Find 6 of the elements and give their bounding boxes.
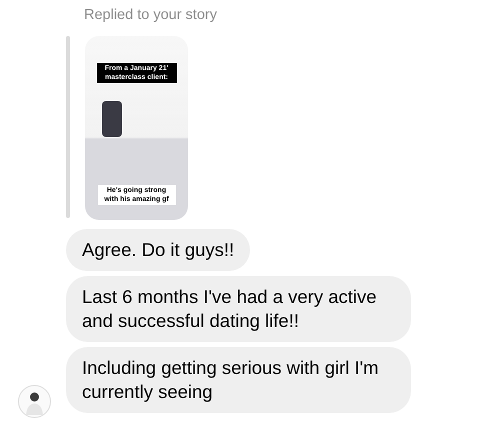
phone-image: [102, 101, 122, 137]
avatar: [18, 385, 51, 418]
message-bubble: Including getting serious with girl I'm currently seeing: [66, 347, 411, 413]
reply-header: Replied to your story: [84, 6, 218, 24]
message-bubble: Agree. Do it guys!!: [66, 229, 250, 271]
message-bubble: Last 6 months I've had a very active and successful dating life!!: [66, 276, 411, 342]
